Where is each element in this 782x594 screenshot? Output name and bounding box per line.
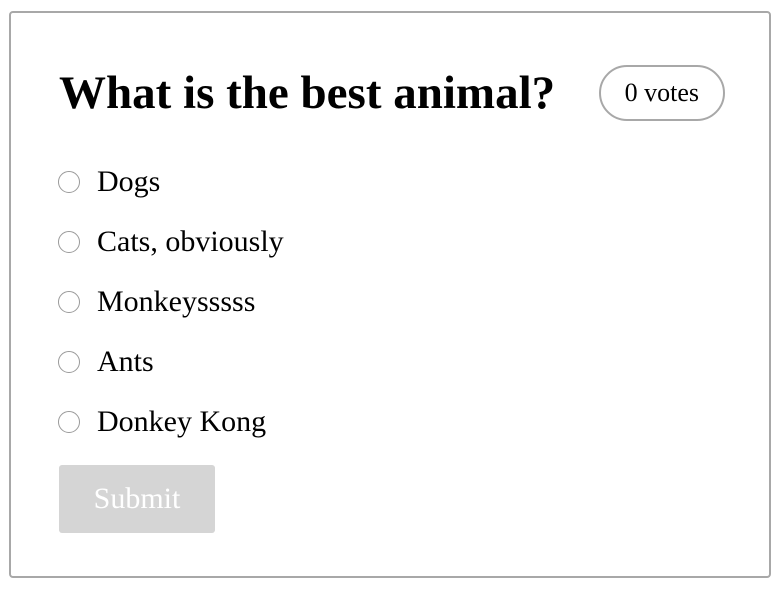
poll-card: What is the best animal? 0 votes Dogs Ca… — [9, 11, 771, 578]
radio-button[interactable] — [58, 291, 80, 313]
option-label: Monkeysssss — [97, 285, 256, 318]
poll-option-ants[interactable]: Ants — [58, 332, 284, 392]
option-label: Dogs — [97, 165, 161, 198]
radio-button[interactable] — [58, 411, 80, 433]
vote-count-badge: 0 votes — [598, 65, 725, 121]
poll-options: Dogs Cats, obviously Monkeysssss Ants Do… — [58, 152, 284, 452]
poll-option-donkey-kong[interactable]: Donkey Kong — [58, 392, 284, 452]
poll-question: What is the best animal? — [59, 67, 556, 119]
poll-option-dogs[interactable]: Dogs — [58, 152, 284, 212]
option-label: Ants — [97, 345, 154, 378]
poll-header: What is the best animal? 0 votes — [59, 63, 725, 123]
option-label: Donkey Kong — [97, 405, 267, 438]
radio-button[interactable] — [58, 351, 80, 373]
poll-option-cats[interactable]: Cats, obviously — [58, 212, 284, 272]
option-label: Cats, obviously — [97, 225, 284, 258]
poll-option-monkeys[interactable]: Monkeysssss — [58, 272, 284, 332]
submit-button[interactable]: Submit — [59, 465, 215, 533]
radio-button[interactable] — [58, 231, 80, 253]
radio-button[interactable] — [58, 171, 80, 193]
